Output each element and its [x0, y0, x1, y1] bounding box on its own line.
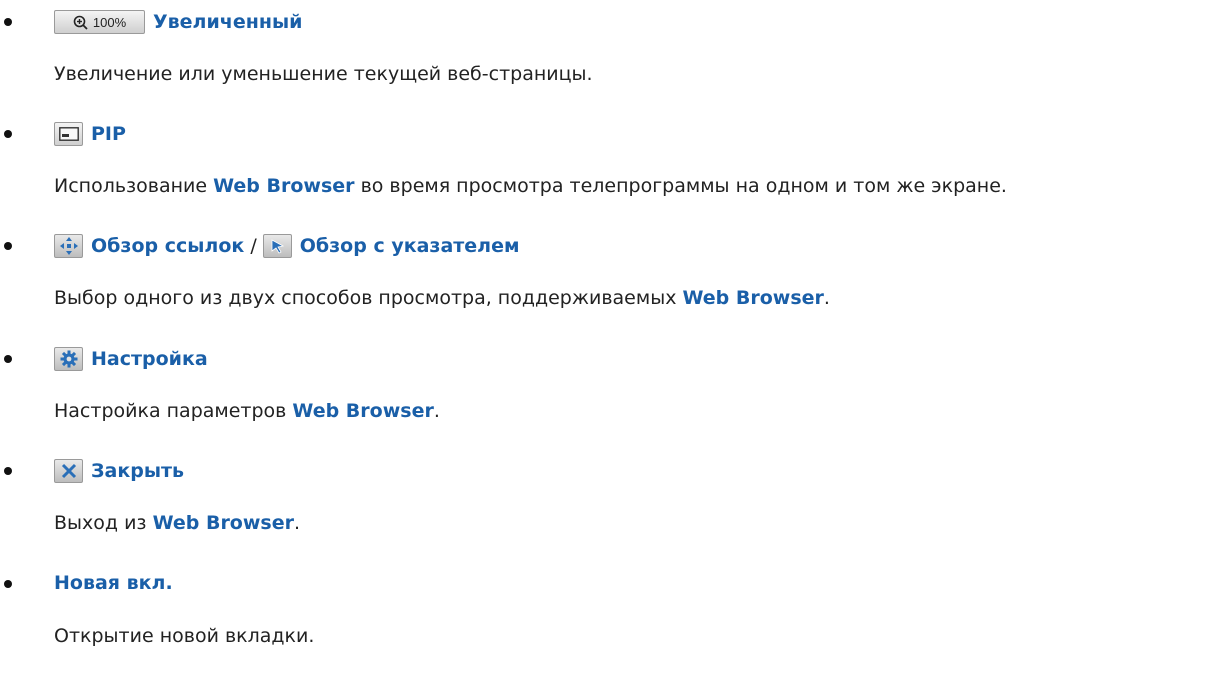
link-browse-icon	[54, 234, 83, 258]
term-zoom: Увеличенный	[153, 11, 303, 33]
pip-icon	[54, 122, 83, 146]
bullet	[4, 467, 12, 475]
bullet	[4, 580, 12, 588]
separator-slash: /	[250, 235, 257, 257]
term-close: Закрыть	[91, 460, 185, 482]
desc-settings: Настройка параметров Web Browser.	[54, 400, 440, 422]
gear-icon	[54, 347, 83, 371]
zoom-in-icon	[73, 15, 88, 30]
bullet	[4, 355, 12, 363]
desc-browse-modes: Выбор одного из двух способов просмотра,…	[54, 287, 830, 309]
feature-list: 100% Увеличенный Увеличение или уменьшен…	[0, 0, 1213, 673]
term-new-tab: Новая вкл.	[54, 572, 173, 594]
term-pip: PIP	[91, 123, 126, 145]
desc-close: Выход из Web Browser.	[54, 512, 301, 534]
term-pointer-browse: Обзор с указателем	[299, 235, 520, 257]
term-link-browse: Обзор ссылок	[91, 235, 245, 257]
bullet	[4, 130, 12, 138]
desc-zoom: Увеличение или уменьшение текущей веб-ст…	[54, 63, 593, 85]
pointer-browse-icon	[262, 234, 292, 258]
close-icon	[54, 459, 83, 483]
zoom-level-text: 100%	[92, 14, 127, 30]
bullet	[4, 242, 12, 250]
desc-new-tab: Открытие новой вкладки.	[54, 625, 315, 647]
zoom-button-icon: 100%	[54, 10, 145, 34]
desc-pip: Использование Web Browser во время просм…	[54, 175, 1007, 197]
bullet	[4, 18, 12, 26]
term-settings: Настройка	[91, 348, 208, 370]
